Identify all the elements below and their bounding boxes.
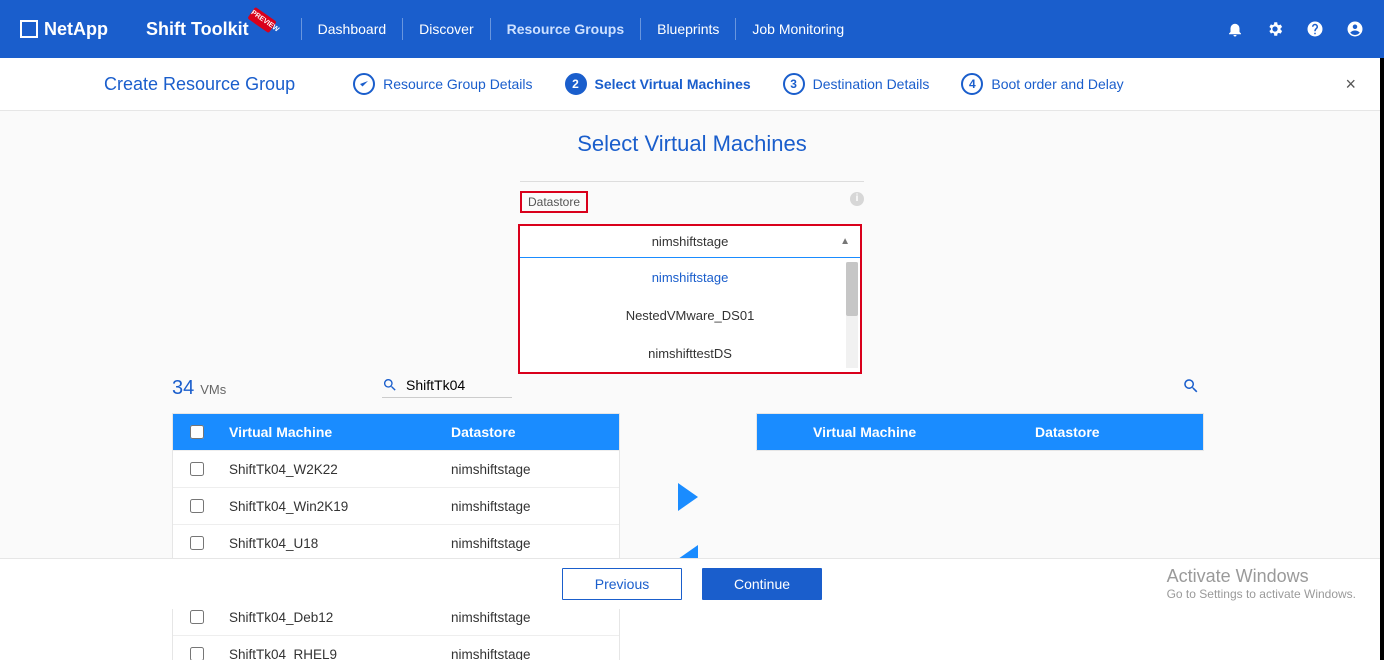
step-number: 4: [961, 73, 983, 95]
user-icon[interactable]: [1346, 20, 1364, 38]
nav-separator: [402, 18, 403, 40]
watermark-title: Activate Windows: [1167, 566, 1356, 587]
dropdown-selected[interactable]: nimshiftstage ▲: [520, 226, 860, 258]
table-row[interactable]: ShiftTk04_W2K22nimshiftstage: [173, 450, 619, 487]
step-number: 2: [565, 73, 587, 95]
window-scrollbar[interactable]: [1380, 58, 1384, 660]
column-ds: Datastore: [451, 424, 619, 440]
vm-name: ShiftTk04_U18: [221, 536, 451, 551]
vm-count-value: 34: [172, 377, 194, 400]
close-icon[interactable]: ×: [1345, 74, 1356, 95]
toolkit-title: Shift Toolkit PREVIEW: [146, 19, 249, 40]
top-bar: NetApp Shift Toolkit PREVIEW Dashboard D…: [0, 0, 1384, 58]
dropdown-option[interactable]: nimshifttestDS: [520, 334, 860, 372]
row-checkbox[interactable]: [173, 499, 221, 513]
watermark-subtitle: Go to Settings to activate Windows.: [1167, 587, 1356, 601]
available-vms-table: Virtual Machine Datastore ShiftTk04_W2K2…: [172, 413, 620, 660]
nav-separator: [640, 18, 641, 40]
dropdown-list: nimshiftstage NestedVMware_DS01 nimshift…: [520, 258, 860, 372]
transfer-tables: Virtual Machine Datastore ShiftTk04_W2K2…: [172, 413, 1204, 660]
row-checkbox[interactable]: [173, 462, 221, 476]
selected-vms-table: Virtual Machine Datastore: [756, 413, 1204, 451]
search-box[interactable]: [382, 377, 512, 398]
chevron-up-icon: ▲: [840, 236, 850, 247]
row-checkbox[interactable]: [173, 536, 221, 550]
topbar-icons: [1226, 20, 1364, 38]
step-destination-details[interactable]: 3 Destination Details: [783, 73, 930, 95]
vm-name: ShiftTk04_Deb12: [221, 610, 451, 625]
select-all-checkbox[interactable]: [173, 425, 221, 439]
row-checkbox[interactable]: [173, 610, 221, 624]
brand-text: NetApp: [44, 19, 108, 40]
page-title: Select Virtual Machines: [0, 131, 1384, 157]
search-input[interactable]: [406, 377, 506, 393]
vm-name: ShiftTk04_RHEL9: [221, 647, 451, 660]
datastore-name: nimshiftstage: [451, 536, 619, 551]
nav-discover[interactable]: Discover: [419, 21, 473, 37]
info-icon[interactable]: i: [850, 192, 864, 206]
datastore-label: Datastore: [520, 191, 588, 213]
help-icon[interactable]: [1306, 20, 1324, 38]
nav-separator: [301, 18, 302, 40]
datastore-dropdown[interactable]: nimshiftstage ▲ nimshiftstage NestedVMwa…: [518, 224, 862, 374]
step-boot-order-delay[interactable]: 4 Boot order and Delay: [961, 73, 1123, 95]
dropdown-option[interactable]: nimshiftstage: [520, 258, 860, 296]
wizard-title: Create Resource Group: [104, 74, 295, 95]
datastore-name: nimshiftstage: [451, 499, 619, 514]
datastore-name: nimshiftstage: [451, 610, 619, 625]
step-label: Boot order and Delay: [991, 76, 1123, 92]
nav-blueprints[interactable]: Blueprints: [657, 21, 719, 37]
continue-button[interactable]: Continue: [702, 568, 822, 600]
nav-separator: [490, 18, 491, 40]
datastore-name: nimshiftstage: [451, 462, 619, 477]
bell-icon[interactable]: [1226, 20, 1244, 38]
dropdown-scrollbar[interactable]: [846, 262, 858, 368]
vm-name: ShiftTk04_W2K22: [221, 462, 451, 477]
nav-dashboard[interactable]: Dashboard: [318, 21, 387, 37]
search-icon: [382, 377, 398, 393]
windows-activation-watermark: Activate Windows Go to Settings to activ…: [1167, 566, 1356, 601]
wizard-footer: Previous Continue Activate Windows Go to…: [0, 558, 1384, 609]
step-label: Resource Group Details: [383, 76, 532, 92]
dropdown-option[interactable]: NestedVMware_DS01: [520, 296, 860, 334]
preview-ribbon: PREVIEW: [247, 6, 276, 32]
top-nav: Dashboard Discover Resource Groups Bluep…: [285, 18, 845, 40]
wizard-steps: Resource Group Details 2 Select Virtual …: [353, 73, 1124, 95]
table-row[interactable]: ShiftTk04_U18nimshiftstage: [173, 524, 619, 561]
step-select-virtual-machines[interactable]: 2 Select Virtual Machines: [565, 73, 751, 95]
nav-separator: [735, 18, 736, 40]
gear-icon[interactable]: [1266, 20, 1284, 38]
table-row[interactable]: ShiftTk04_Win2K19nimshiftstage: [173, 487, 619, 524]
scrollbar-thumb[interactable]: [846, 262, 858, 316]
step-label: Select Virtual Machines: [595, 76, 751, 92]
brand: NetApp: [20, 19, 108, 40]
netapp-logo-icon: [20, 20, 38, 38]
move-right-button[interactable]: [678, 483, 698, 511]
column-ds: Datastore: [1035, 424, 1203, 440]
step-resource-group-details[interactable]: Resource Group Details: [353, 73, 532, 95]
previous-button[interactable]: Previous: [562, 568, 682, 600]
table-row[interactable]: ShiftTk04_RHEL9nimshiftstage: [173, 635, 619, 660]
column-vm: Virtual Machine: [805, 424, 1035, 440]
filter-bar: Datastore i: [520, 181, 864, 214]
page-body: Select Virtual Machines Datastore i nims…: [0, 111, 1384, 609]
wizard-step-bar: Create Resource Group Resource Group Det…: [0, 58, 1384, 111]
check-icon: [353, 73, 375, 95]
table-header: Virtual Machine Datastore: [173, 414, 619, 450]
nav-job-monitoring[interactable]: Job Monitoring: [752, 21, 844, 37]
nav-resource-groups[interactable]: Resource Groups: [507, 21, 624, 37]
column-vm: Virtual Machine: [221, 424, 451, 440]
toolkit-label: Shift Toolkit: [146, 19, 249, 39]
search-icon[interactable]: [1182, 377, 1200, 400]
datastore-name: nimshiftstage: [451, 647, 619, 660]
dropdown-selected-text: nimshiftstage: [652, 234, 729, 249]
step-label: Destination Details: [813, 76, 930, 92]
vm-name: ShiftTk04_Win2K19: [221, 499, 451, 514]
table-header: Virtual Machine Datastore: [757, 414, 1203, 450]
step-number: 3: [783, 73, 805, 95]
row-checkbox[interactable]: [173, 647, 221, 660]
vm-count-unit: VMs: [200, 382, 226, 397]
vm-count: 34 VMs: [172, 377, 226, 400]
select-all-checkbox[interactable]: [757, 425, 805, 439]
